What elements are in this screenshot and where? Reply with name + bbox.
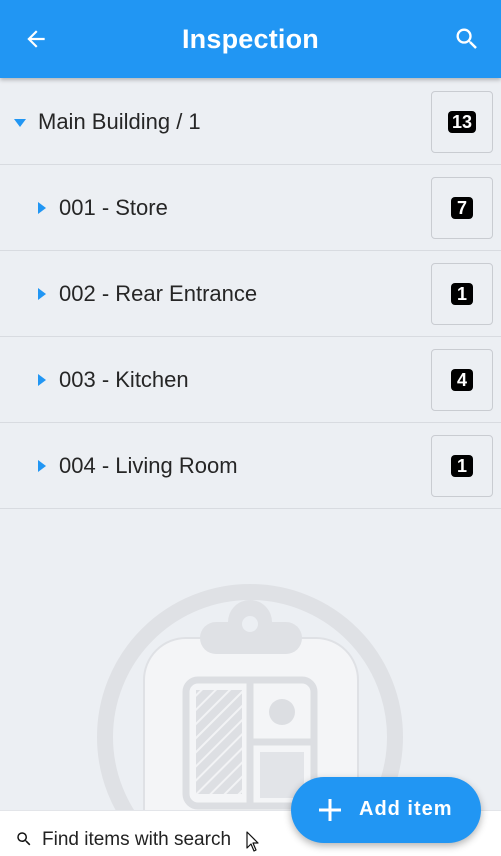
- item-count-button[interactable]: 1: [431, 263, 493, 325]
- caret-right-icon[interactable]: [34, 458, 50, 474]
- add-item-button[interactable]: Add item: [291, 777, 481, 843]
- inspection-screen: Inspection Main Building / 1 13 001 - St…: [0, 0, 501, 856]
- add-item-label: Add item: [359, 798, 453, 820]
- item-count-button[interactable]: 7: [431, 177, 493, 239]
- plus-icon: [319, 799, 341, 821]
- tree-row-label: 003 - Kitchen: [59, 366, 189, 392]
- tree-row-label: 001 - Store: [59, 194, 168, 220]
- caret-down-icon[interactable]: [12, 115, 28, 131]
- search-button[interactable]: [449, 21, 485, 57]
- caret-right-icon[interactable]: [34, 286, 50, 302]
- tree-row-label: 004 - Living Room: [59, 452, 238, 478]
- tree-row[interactable]: 003 - Kitchen 4: [0, 337, 501, 423]
- tree-row-label: Main Building / 1: [38, 108, 201, 134]
- caret-right-icon[interactable]: [34, 372, 50, 388]
- mouse-pointer-icon: [246, 831, 259, 852]
- item-count-button[interactable]: 1: [431, 435, 493, 497]
- caret-right-icon[interactable]: [34, 200, 50, 216]
- item-count-badge: 13: [447, 111, 477, 133]
- app-bar: Inspection: [0, 0, 501, 78]
- page-title: Inspection: [181, 23, 319, 54]
- search-icon: [456, 28, 477, 49]
- item-count-button[interactable]: 13: [431, 91, 493, 153]
- tree-row-label: 002 - Rear Entrance: [59, 280, 258, 306]
- item-count-button[interactable]: 4: [431, 349, 493, 411]
- tree-row[interactable]: 002 - Rear Entrance 1: [0, 251, 501, 337]
- item-count-badge: 1: [451, 455, 473, 477]
- item-count-badge: 4: [451, 369, 473, 391]
- tree-row[interactable]: 001 - Store 7: [0, 165, 501, 251]
- search-icon: [17, 832, 31, 846]
- item-count-badge: 1: [451, 283, 473, 305]
- inspection-tree: Main Building / 1 13 001 - Store 7 002 -…: [0, 79, 501, 509]
- tree-row-root[interactable]: Main Building / 1 13: [0, 79, 501, 165]
- search-hint: Find items with search: [42, 829, 232, 850]
- item-count-badge: 7: [451, 197, 473, 219]
- tree-row[interactable]: 004 - Living Room 1: [0, 423, 501, 509]
